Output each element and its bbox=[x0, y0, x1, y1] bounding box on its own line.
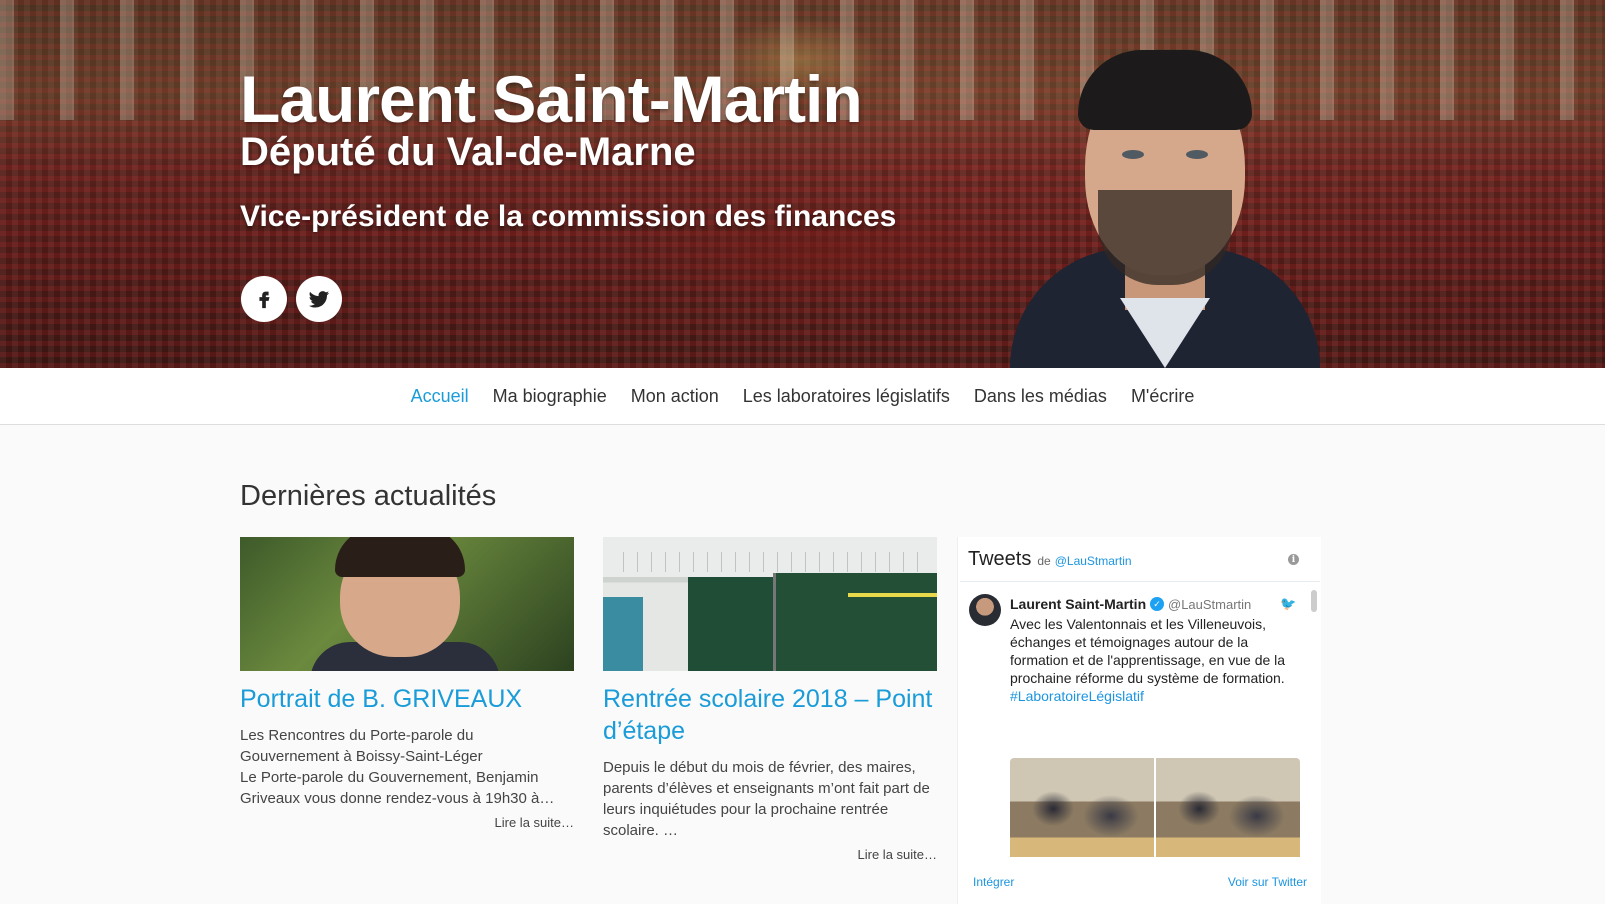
twitter-bird-icon[interactable]: 🐦 bbox=[1280, 596, 1296, 611]
facebook-button[interactable] bbox=[241, 276, 287, 322]
deputy-portrait bbox=[1010, 40, 1320, 368]
news-thumbnail[interactable] bbox=[603, 537, 937, 671]
tweet-body: Avec les Valentonnais et les Villeneuvoi… bbox=[1010, 616, 1286, 686]
hero-name: Laurent Saint-Martin bbox=[240, 62, 863, 136]
hero-role: Vice-président de la commission des fina… bbox=[240, 200, 897, 233]
tweet-hashtag[interactable]: #LaboratoireLégislatif bbox=[1010, 688, 1144, 704]
main-nav: Accueil Ma biographie Mon action Les lab… bbox=[0, 368, 1605, 425]
social-links bbox=[241, 276, 342, 322]
info-icon[interactable]: i bbox=[1288, 554, 1299, 565]
embed-link[interactable]: Intégrer bbox=[973, 875, 1014, 889]
twitter-widget-title: Tweets bbox=[968, 547, 1032, 570]
tweet-photos[interactable] bbox=[1010, 758, 1300, 857]
twitter-button[interactable] bbox=[296, 276, 342, 322]
twitter-icon bbox=[308, 291, 330, 308]
read-more-link[interactable]: Lire la suite… bbox=[240, 815, 574, 830]
tweet-photo[interactable] bbox=[1010, 758, 1154, 857]
nav-item-ecrire[interactable]: M'écrire bbox=[1119, 386, 1206, 407]
nav-item-action[interactable]: Mon action bbox=[619, 386, 731, 407]
nav-item-accueil[interactable]: Accueil bbox=[399, 386, 481, 407]
tweet-timeline[interactable]: Laurent Saint-Martin ✓ @LauStmartin 🐦 Av… bbox=[960, 581, 1320, 857]
news-title[interactable]: Rentrée scolaire 2018 – Point d’étape bbox=[603, 683, 937, 747]
news-thumbnail[interactable] bbox=[240, 537, 574, 671]
nav-item-laboratoires[interactable]: Les laboratoires législatifs bbox=[731, 386, 962, 407]
news-card: Portrait de B. GRIVEAUX Les Rencontres d… bbox=[240, 537, 574, 830]
hero-subtitle: Député du Val-de-Marne bbox=[240, 130, 696, 174]
tweet-author-name[interactable]: Laurent Saint-Martin bbox=[1010, 596, 1146, 612]
avatar[interactable] bbox=[969, 594, 1001, 626]
twitter-handle-link[interactable]: @LauStmartin bbox=[1055, 554, 1132, 568]
verified-badge-icon: ✓ bbox=[1150, 597, 1164, 611]
twitter-widget-header: Tweets de @LauStmartin i bbox=[958, 537, 1321, 581]
twitter-widget-by: de bbox=[1037, 554, 1051, 568]
read-more-link[interactable]: Lire la suite… bbox=[603, 847, 937, 862]
nav-item-medias[interactable]: Dans les médias bbox=[962, 386, 1119, 407]
twitter-widget-footer: Intégrer Voir sur Twitter bbox=[958, 860, 1322, 904]
news-card: Rentrée scolaire 2018 – Point d’étape De… bbox=[603, 537, 937, 862]
news-section-title: Dernières actualités bbox=[240, 480, 497, 512]
facebook-icon bbox=[259, 291, 270, 309]
view-on-twitter-link[interactable]: Voir sur Twitter bbox=[1228, 875, 1307, 889]
timeline-scrollbar[interactable] bbox=[1311, 590, 1317, 612]
tweet-author-handle[interactable]: @LauStmartin bbox=[1168, 597, 1251, 612]
tweet-text: Avec les Valentonnais et les Villeneuvoi… bbox=[1010, 615, 1300, 705]
nav-item-biographie[interactable]: Ma biographie bbox=[481, 386, 619, 407]
news-excerpt: Les Rencontres du Porte-parole du Gouver… bbox=[240, 727, 555, 807]
hero-banner: Laurent Saint-Martin Député du Val-de-Ma… bbox=[0, 0, 1605, 368]
news-title[interactable]: Portrait de B. GRIVEAUX bbox=[240, 683, 574, 715]
news-excerpt: Depuis le début du mois de février, des … bbox=[603, 759, 930, 839]
twitter-widget: Tweets de @LauStmartin i Laurent Saint-M… bbox=[957, 537, 1321, 904]
tweet-photo[interactable] bbox=[1156, 758, 1300, 857]
